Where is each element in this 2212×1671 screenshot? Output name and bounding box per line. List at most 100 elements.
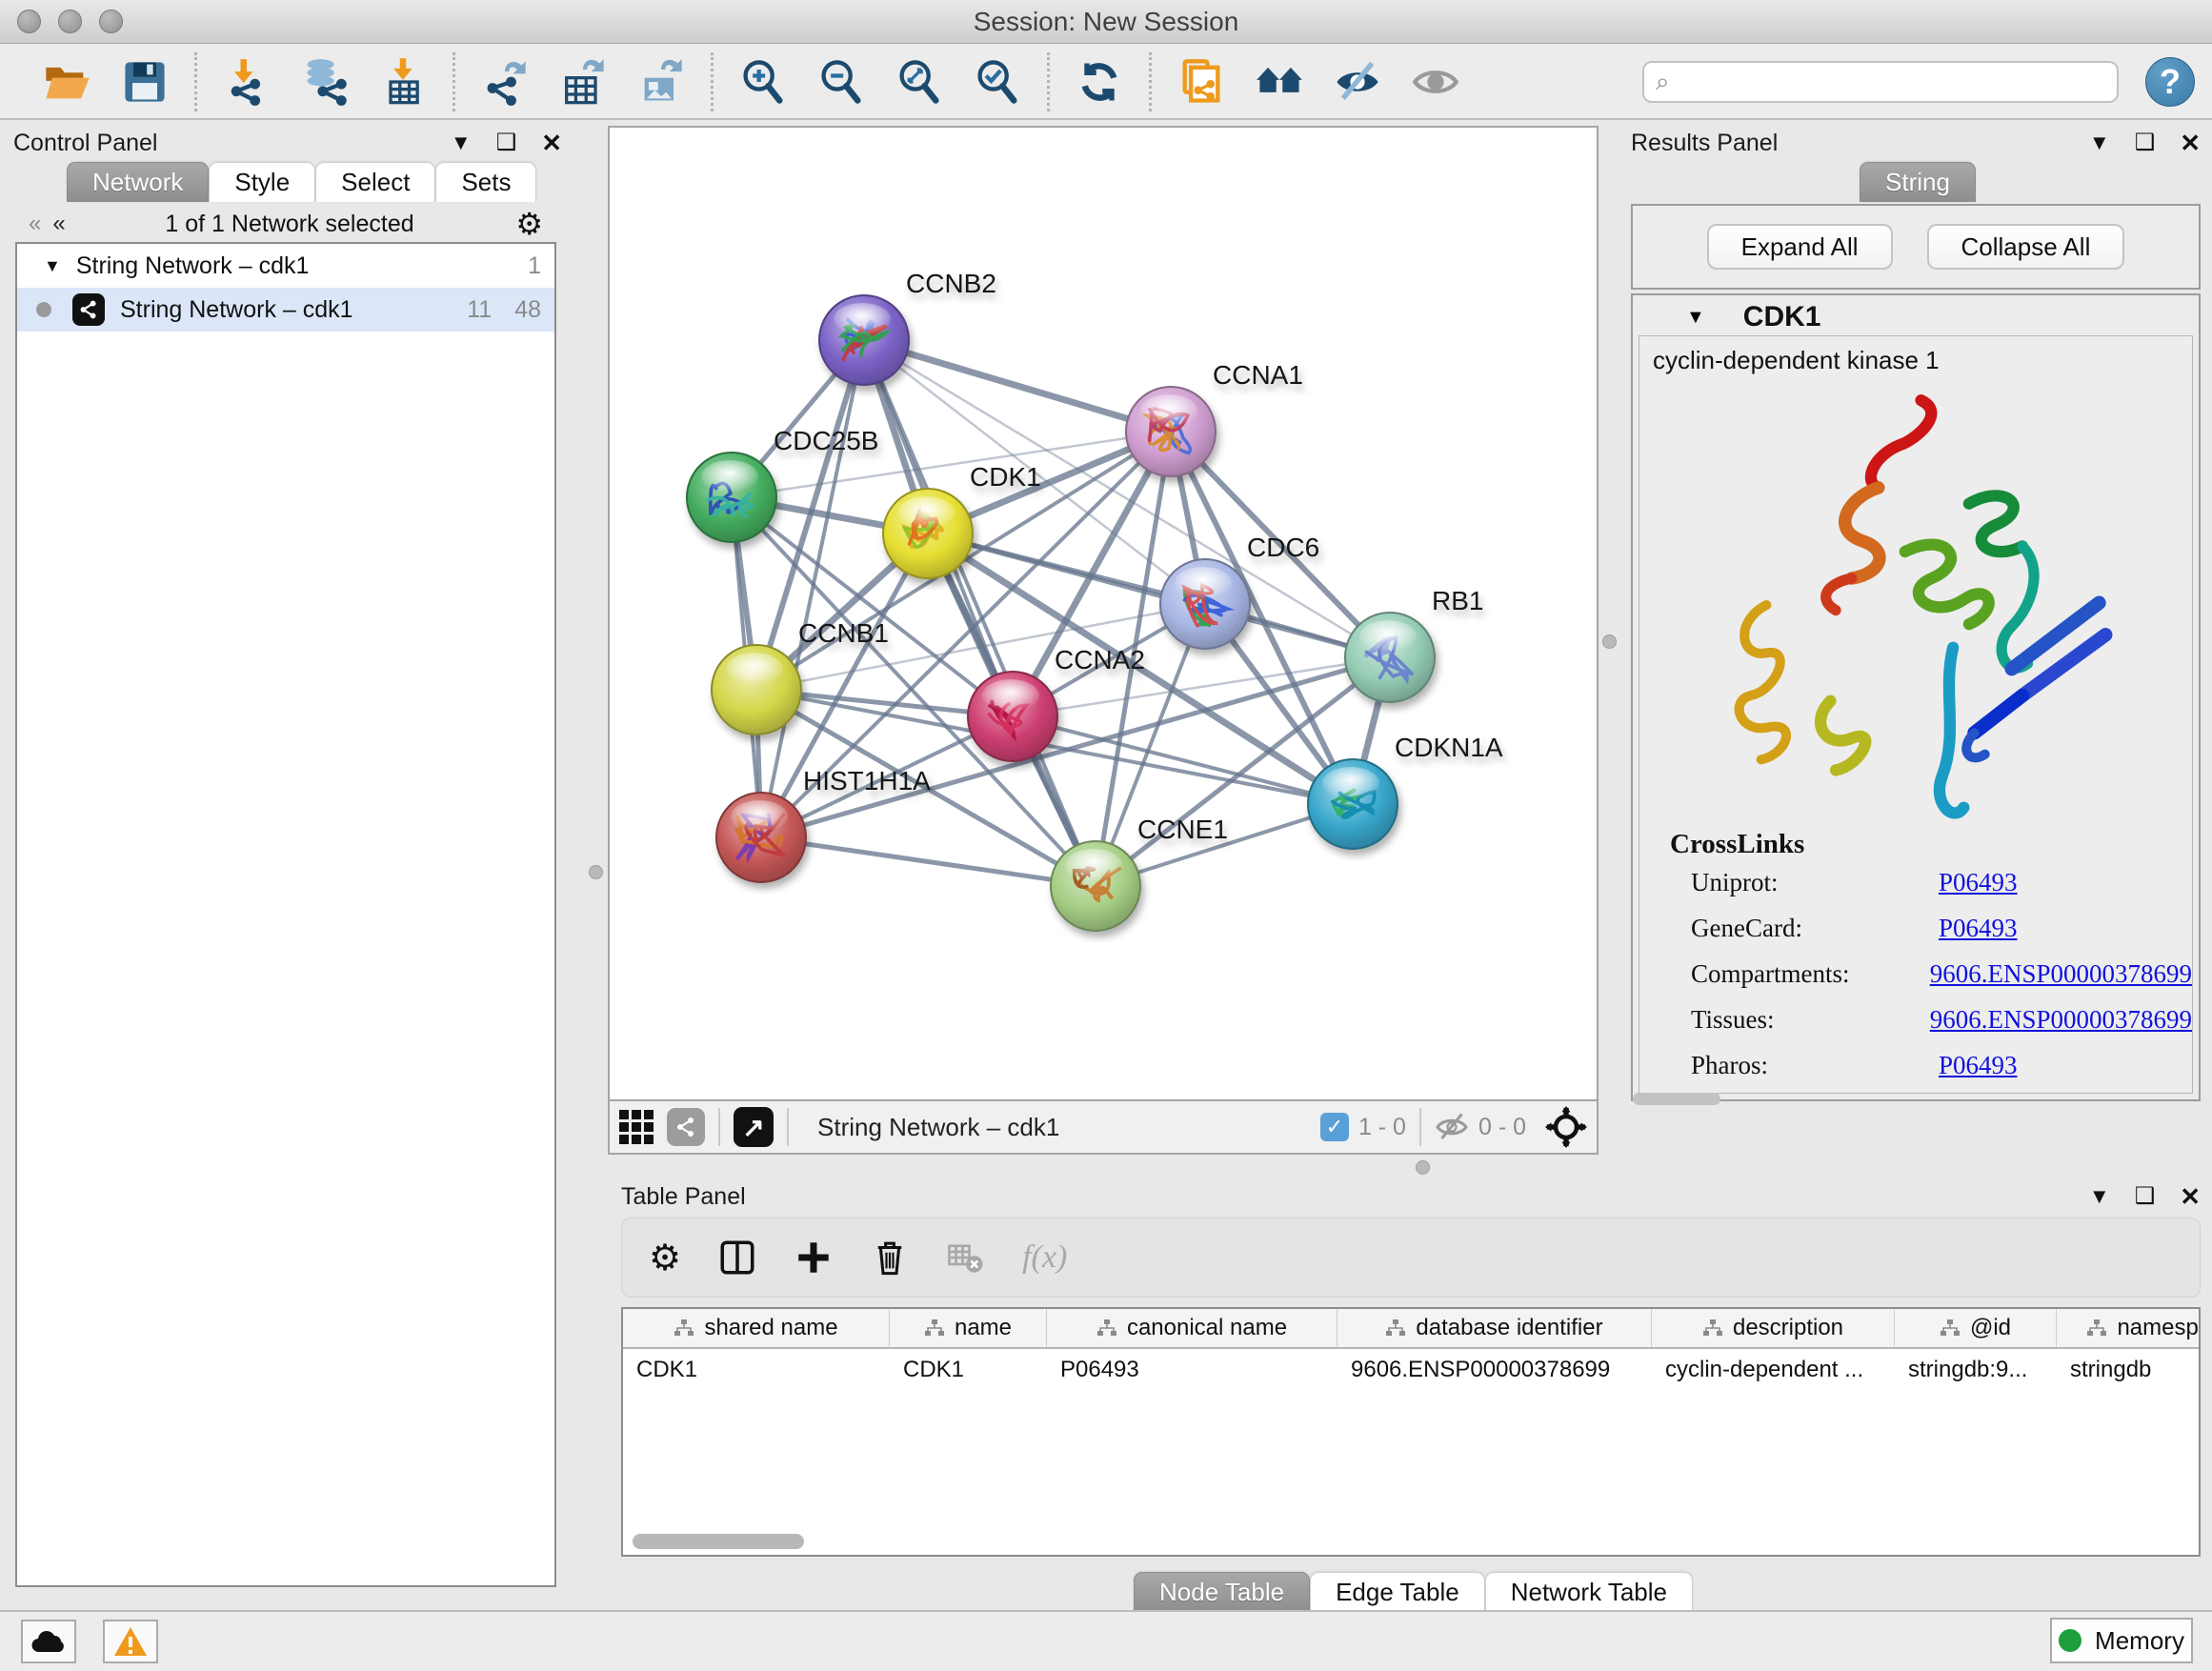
zoom-window-icon[interactable] [99, 10, 123, 33]
column-header--id[interactable]: @id [1895, 1309, 2057, 1347]
selected-checkbox-icon[interactable]: ✓ [1320, 1113, 1349, 1141]
table-cell[interactable]: stringdb:9... [1895, 1349, 2057, 1391]
results-scrollbar-thumb[interactable] [1633, 1093, 1720, 1105]
column-header-shared-name[interactable]: shared name [623, 1309, 890, 1347]
crosslink-link[interactable]: 9606.ENSP00000378699 [1930, 1005, 2192, 1035]
tab-edge-table[interactable]: Edge Table [1310, 1572, 1485, 1612]
table-cell[interactable]: 9606.ENSP00000378699 [1337, 1349, 1652, 1391]
column-header-name[interactable]: name [890, 1309, 1047, 1347]
column-header-description[interactable]: description [1652, 1309, 1895, 1347]
mac-window-controls[interactable] [17, 10, 123, 33]
home-networks-button[interactable] [1255, 57, 1304, 107]
import-network-from-database-button[interactable] [300, 57, 350, 107]
edge-HIST1H1A-CCNE1[interactable] [761, 837, 1096, 886]
warning-button[interactable] [103, 1620, 158, 1663]
table-cell[interactable]: CDK1 [890, 1349, 1047, 1391]
node-position-crosshair-icon[interactable] [1545, 1106, 1587, 1148]
gene-expand-icon[interactable]: ▼ [1686, 307, 1705, 329]
network-overview-icon[interactable] [667, 1108, 705, 1146]
tab-select[interactable]: Select [315, 162, 435, 202]
create-column-plus-icon[interactable] [794, 1238, 834, 1278]
edge-CCNB2-CCNA1[interactable] [864, 340, 1171, 432]
help-button[interactable]: ? [2145, 57, 2195, 107]
show-eye-button[interactable] [1411, 57, 1460, 107]
table-cell[interactable]: P06493 [1047, 1349, 1337, 1391]
table-panel-float-icon[interactable]: ❑ [2135, 1185, 2156, 1208]
column-header-namespace[interactable]: namespace [2057, 1309, 2201, 1347]
table-panel-menu-icon[interactable]: ▼ [2089, 1186, 2110, 1207]
minimize-window-icon[interactable] [58, 10, 82, 33]
detach-view-icon[interactable]: ↗ [734, 1107, 774, 1147]
column-header-canonical-name[interactable]: canonical name [1047, 1309, 1337, 1347]
table-row[interactable]: CDK1CDK1P064939606.ENSP00000378699cyclin… [623, 1349, 2199, 1391]
left-splitter-handle[interactable] [589, 865, 603, 879]
table-settings-gear-icon[interactable]: ⚙ [649, 1237, 681, 1279]
hide-unhide-button[interactable] [1333, 57, 1382, 107]
import-network-button[interactable] [222, 57, 271, 107]
export-image-button[interactable] [636, 57, 686, 107]
results-panel-float-icon[interactable]: ❑ [2135, 131, 2156, 154]
results-panel-close-icon[interactable]: ✕ [2180, 131, 2201, 155]
column-header-database-identifier[interactable]: database identifier [1337, 1309, 1652, 1347]
node-RB1[interactable]: RB1 [1345, 586, 1483, 702]
control-panel-menu-icon[interactable]: ▼ [451, 132, 472, 153]
control-panel-close-icon[interactable]: ✕ [541, 131, 562, 155]
refresh-button[interactable] [1075, 57, 1124, 107]
save-session-button[interactable] [120, 57, 170, 107]
memory-button[interactable]: Memory [2050, 1618, 2193, 1663]
tab-string[interactable]: String [1860, 162, 1976, 202]
collapse-all-button[interactable]: Collapse All [1927, 224, 2125, 270]
table-cell[interactable]: stringdb [2057, 1349, 2201, 1391]
export-table-button[interactable] [558, 57, 608, 107]
table-hscrollbar-thumb[interactable] [633, 1534, 804, 1549]
zoom-in-button[interactable] [738, 57, 788, 107]
node-HIST1H1A[interactable]: HIST1H1A [716, 766, 931, 882]
close-window-icon[interactable] [17, 10, 41, 33]
tab-node-table[interactable]: Node Table [1134, 1572, 1310, 1612]
node-CDC25B[interactable]: CDC25B [687, 426, 878, 542]
crosslink-link[interactable]: P06493 [1939, 868, 2018, 897]
collection-expand-icon[interactable]: ▼ [44, 256, 61, 276]
network-collection-row[interactable]: ▼ String Network – cdk1 1 [17, 244, 554, 288]
crosslink-link[interactable]: P06493 [1939, 1051, 2018, 1080]
string-protein-query-button[interactable] [1176, 57, 1226, 107]
right-splitter-handle[interactable] [1602, 634, 1617, 649]
table-cell[interactable]: cyclin-dependent ... [1652, 1349, 1895, 1391]
open-session-button[interactable] [42, 57, 91, 107]
tab-network-table[interactable]: Network Table [1485, 1572, 1693, 1612]
delete-column-trash-icon[interactable] [870, 1238, 910, 1278]
gene-header-row[interactable]: ▼ CDK1 [1633, 295, 2199, 339]
results-panel-menu-icon[interactable]: ▼ [2089, 132, 2110, 153]
network-row[interactable]: String Network – cdk1 11 48 [17, 288, 554, 332]
collapse-all-networks-icon[interactable]: « [29, 211, 39, 237]
node-table[interactable]: shared namenamecanonical namedatabase id… [621, 1307, 2201, 1557]
network-options-gear-icon[interactable]: ⚙ [515, 206, 543, 242]
network-canvas[interactable]: CCNB2CCNA1CDC25BCDK1CDC6RB1CCNB1CCNA2CDK… [608, 126, 1599, 1101]
expand-all-button[interactable]: Expand All [1707, 224, 1893, 270]
network-graph[interactable]: CCNB2CCNA1CDC25BCDK1CDC6RB1CCNB1CCNA2CDK… [610, 128, 1597, 1099]
birdseye-grid-icon[interactable] [619, 1110, 654, 1144]
import-table-button[interactable] [378, 57, 428, 107]
zoom-selected-button[interactable] [973, 57, 1022, 107]
table-cell[interactable]: CDK1 [623, 1349, 890, 1391]
node-CCNA1[interactable]: CCNA1 [1126, 360, 1303, 476]
show-columns-icon[interactable] [717, 1238, 757, 1278]
bottom-splitter-handle[interactable] [1416, 1160, 1430, 1175]
edge-CCNA2-CDKN1A[interactable] [1013, 716, 1353, 804]
tab-style[interactable]: Style [209, 162, 315, 202]
search-box[interactable]: ⌕ [1642, 61, 2119, 103]
crosslink-link[interactable]: 9606.ENSP00000378699 [1930, 959, 2192, 989]
export-network-button[interactable] [480, 57, 530, 107]
tab-sets[interactable]: Sets [435, 162, 536, 202]
expand-all-networks-icon[interactable]: « [52, 211, 63, 237]
zoom-fit-button[interactable] [895, 57, 944, 107]
cloud-button[interactable] [21, 1620, 76, 1663]
search-input[interactable] [1679, 69, 2105, 95]
zoom-out-button[interactable] [816, 57, 866, 107]
table-panel-close-icon[interactable]: ✕ [2180, 1184, 2201, 1209]
edge-CCNB2-CCNE1[interactable] [864, 340, 1096, 886]
crosslink-link[interactable]: P06493 [1939, 914, 2018, 943]
tab-network[interactable]: Network [67, 162, 209, 202]
control-panel-float-icon[interactable]: ❑ [496, 131, 517, 154]
node-CDKN1A[interactable]: CDKN1A [1308, 733, 1503, 849]
